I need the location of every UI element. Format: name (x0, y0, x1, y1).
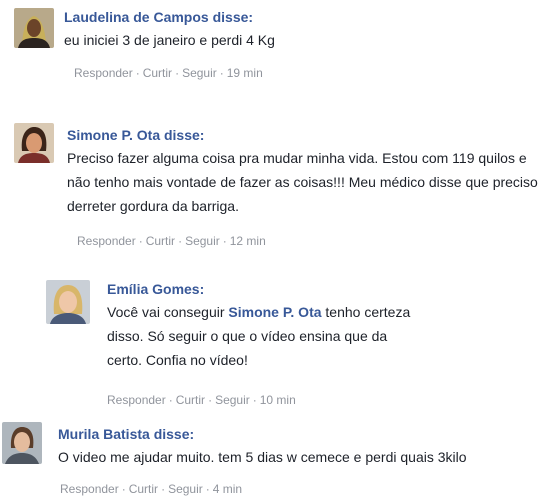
reply-link[interactable]: Responder (107, 393, 166, 407)
avatar-image (46, 280, 90, 324)
reply-link[interactable]: Responder (77, 234, 136, 248)
follow-link[interactable]: Seguir (168, 482, 203, 496)
comment-text: eu iniciei 3 de janeiro e perdi 4 Kg (64, 32, 275, 48)
timestamp[interactable]: 12 min (230, 234, 266, 248)
author-name[interactable]: Simone P. Ota disse: (67, 127, 204, 143)
separator: · (135, 66, 140, 80)
author-name[interactable]: Emília Gomes: (107, 281, 204, 297)
timestamp[interactable]: 4 min (213, 482, 242, 496)
avatar[interactable] (46, 280, 90, 324)
avatar-image (14, 123, 54, 163)
avatar[interactable] (14, 8, 54, 48)
comment-actions: Responder · Curtir · Seguir · 12 min (77, 234, 266, 248)
reply-link[interactable]: Responder (60, 482, 119, 496)
separator: · (205, 482, 210, 496)
author-name[interactable]: Laudelina de Campos disse: (64, 9, 253, 25)
separator: · (178, 234, 183, 248)
avatar[interactable] (14, 123, 54, 163)
avatar-image (14, 8, 54, 48)
comment: Laudelina de Campos disse: eu iniciei 3 … (14, 8, 534, 88)
follow-link[interactable]: Seguir (215, 393, 250, 407)
timestamp[interactable]: 19 min (227, 66, 263, 80)
comment-text: Você vai conseguir Simone P. Ota tenho c… (107, 300, 412, 372)
separator: · (175, 66, 180, 80)
comment-actions: Responder · Curtir · Seguir · 10 min (107, 393, 296, 407)
mention-link[interactable]: Simone P. Ota (228, 304, 321, 320)
like-link[interactable]: Curtir (146, 234, 175, 248)
comment-text-part: Você vai conseguir (107, 304, 229, 320)
avatar-image (2, 422, 42, 464)
timestamp[interactable]: 10 min (260, 393, 296, 407)
comment: Simone P. Ota disse: Preciso fazer algum… (14, 123, 539, 253)
separator: · (222, 234, 227, 248)
follow-link[interactable]: Seguir (182, 66, 217, 80)
reply-link[interactable]: Responder (74, 66, 133, 80)
comment-actions: Responder · Curtir · Seguir · 19 min (74, 66, 263, 80)
separator: · (138, 234, 143, 248)
separator: · (252, 393, 257, 407)
comment-actions: Responder · Curtir · Seguir · 4 min (60, 482, 242, 496)
separator: · (168, 393, 173, 407)
like-link[interactable]: Curtir (143, 66, 172, 80)
comment: Murila Batista disse: O video me ajudar … (2, 422, 532, 502)
like-link[interactable]: Curtir (129, 482, 158, 496)
avatar[interactable] (2, 422, 42, 464)
separator: · (121, 482, 126, 496)
separator: · (219, 66, 224, 80)
separator: · (161, 482, 166, 496)
follow-link[interactable]: Seguir (185, 234, 220, 248)
reply-comment: Emília Gomes: Você vai conseguir Simone … (46, 280, 466, 410)
comment-text: O video me ajudar muito. tem 5 dias w ce… (58, 449, 467, 465)
comment-text: Preciso fazer alguma coisa pra mudar min… (67, 150, 538, 214)
like-link[interactable]: Curtir (176, 393, 205, 407)
author-name[interactable]: Murila Batista disse: (58, 426, 194, 442)
separator: · (208, 393, 213, 407)
